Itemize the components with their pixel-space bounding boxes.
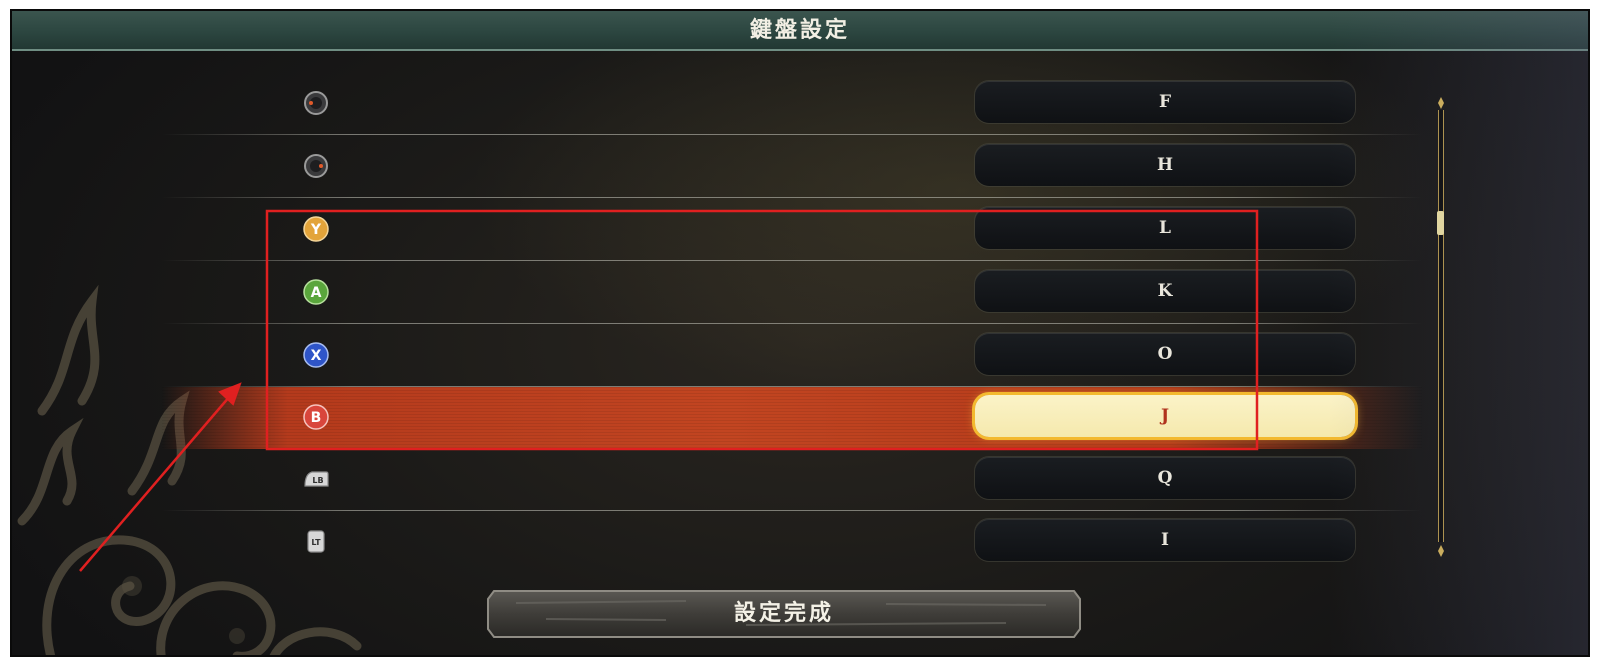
key-binding-field[interactable]: H [975,144,1355,186]
svg-text:A: A [311,285,322,301]
scroll-track[interactable] [1438,110,1444,542]
key-binding-field[interactable]: F [975,81,1355,123]
lt-button-icon: LT [307,530,325,553]
title-bar: 鍵盤設定 [12,11,1588,51]
binding-row[interactable]: F [162,73,1422,135]
scrollbar[interactable] [1434,96,1448,558]
lb-button-icon: LB [304,471,329,487]
row-divider [162,260,1422,261]
key-binding-field[interactable]: K [975,270,1355,312]
scroll-down-ornament-icon [1438,545,1444,557]
confirm-button-label: 設定完成 [733,600,834,626]
binding-row[interactable]: H [162,136,1422,198]
b-button-icon: B [303,404,329,430]
svg-text:X: X [311,348,322,364]
x-button-icon: X [303,342,329,368]
row-divider [162,134,1422,135]
key-binding-field[interactable]: Q [975,457,1355,499]
binding-row[interactable]: LT I [162,511,1422,573]
key-binding-field[interactable]: O [975,333,1355,375]
keyboard-settings-screen: 鍵盤設定 F H Y L A K X O B J LB Q LT I 設定完成 [10,9,1590,657]
row-divider [162,197,1422,198]
confirm-settings-button[interactable]: 設定完成 [486,589,1082,639]
svg-text:LT: LT [311,538,321,547]
scroll-thumb[interactable] [1437,211,1444,235]
binding-row[interactable]: Y L [162,199,1422,261]
right-stick-icon [304,154,328,178]
y-button-icon: Y [303,216,329,242]
binding-row[interactable]: X O [162,325,1422,387]
binding-row-selected[interactable]: B J [162,387,1422,449]
binding-row[interactable]: A K [162,262,1422,324]
page-title: 鍵盤設定 [749,17,850,43]
key-binding-field[interactable]: J [975,395,1355,437]
row-divider [162,323,1422,324]
svg-text:Y: Y [310,222,322,238]
svg-text:LB: LB [312,476,323,485]
svg-text:B: B [311,410,322,426]
key-binding-field[interactable]: I [975,519,1355,561]
key-binding-field[interactable]: L [975,207,1355,249]
scroll-up-ornament-icon [1438,97,1444,109]
a-button-icon: A [303,279,329,305]
right-stick-icon [304,91,328,115]
binding-row[interactable]: LB Q [162,449,1422,511]
